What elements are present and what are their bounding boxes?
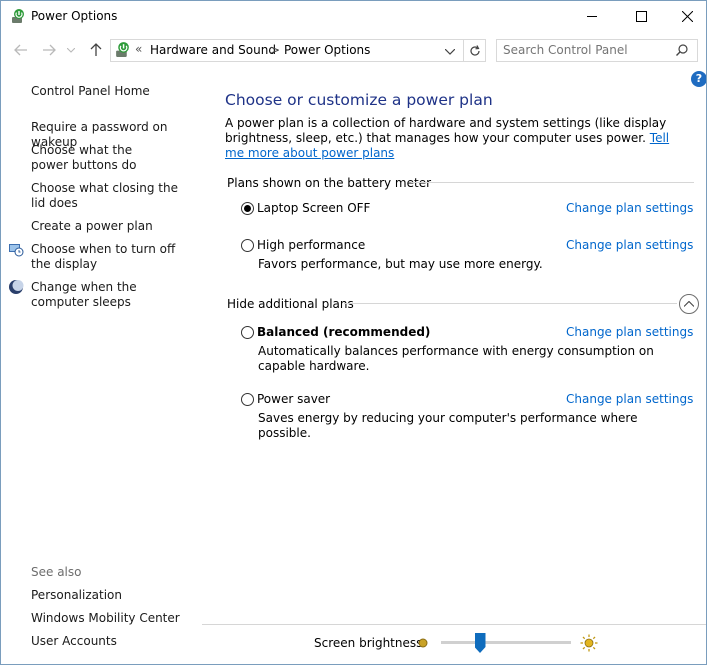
page-title: Choose or customize a power plan <box>225 91 493 109</box>
brightness-low-icon <box>418 638 428 648</box>
up-button[interactable] <box>87 41 105 59</box>
chevron-up-icon <box>684 301 694 307</box>
personalization-link[interactable]: Personalization <box>31 588 201 603</box>
crumb-power-options[interactable]: Power Options <box>284 43 370 57</box>
group-divider <box>344 303 677 304</box>
recent-locations-button[interactable] <box>65 41 77 59</box>
plan-radio-laptop-screen-off[interactable] <box>241 202 254 215</box>
display-clock-icon <box>9 244 24 257</box>
computer-sleeps-link[interactable]: Change when the computer sleeps <box>31 280 191 310</box>
bottom-divider <box>202 624 706 625</box>
back-button[interactable] <box>12 41 30 59</box>
control-panel-home-link[interactable]: Control Panel Home <box>31 84 201 99</box>
title-bar: Power Options <box>1 1 706 32</box>
chevron-down-icon <box>67 47 75 53</box>
maximize-icon <box>635 11 647 22</box>
brightness-slider-thumb[interactable] <box>474 633 486 653</box>
forward-button[interactable] <box>40 41 58 59</box>
window-title: Power Options <box>31 9 118 23</box>
brightness-slider-track[interactable] <box>441 641 571 644</box>
change-plan-settings-link-laptop-screen-off[interactable]: Change plan settings <box>566 201 693 215</box>
search-input[interactable] <box>503 42 663 58</box>
crumb-hardware-and-sound[interactable]: Hardware and Sound <box>150 43 276 57</box>
power-options-window: Power Options « Hardware and Sound > Pow <box>0 0 707 665</box>
plan-name-laptop-screen-off[interactable]: Laptop Screen OFF <box>257 201 370 215</box>
change-plan-settings-link-high-performance[interactable]: Change plan settings <box>566 238 693 252</box>
create-power-plan-link[interactable]: Create a power plan <box>31 219 201 234</box>
plan-name-balanced[interactable]: Balanced (recommended) <box>257 325 430 339</box>
power-buttons-link[interactable]: Choose what the power buttons do <box>31 143 171 173</box>
brightness-high-icon <box>580 634 598 652</box>
refresh-button[interactable] <box>463 39 486 62</box>
plan-name-high-performance[interactable]: High performance <box>257 238 365 252</box>
crumb-separator[interactable]: > <box>270 43 280 57</box>
close-icon <box>681 11 693 22</box>
minimize-icon <box>586 16 597 17</box>
plan-desc-balanced: Automatically balances performance with … <box>258 344 654 373</box>
plan-desc-high-performance: Favors performance, but may use more ene… <box>258 257 543 271</box>
plan-radio-high-performance[interactable] <box>241 239 254 252</box>
search-icon[interactable] <box>675 43 689 57</box>
plan-name-power-saver[interactable]: Power saver <box>257 392 330 406</box>
help-button[interactable]: ? <box>691 71 706 87</box>
see-also-heading: See also <box>31 565 82 579</box>
chevron-down-icon <box>444 48 456 55</box>
power-options-icon <box>12 9 24 23</box>
close-button[interactable] <box>664 1 706 32</box>
turn-off-display-link[interactable]: Choose when to turn off the display <box>31 242 191 272</box>
screen-brightness-label: Screen brightness: <box>314 636 427 650</box>
plan-radio-power-saver[interactable] <box>241 393 254 406</box>
group-divider <box>411 182 694 183</box>
plan-desc-power-saver: Saves energy by reducing your computer's… <box>258 411 638 440</box>
user-accounts-link[interactable]: User Accounts <box>31 634 201 649</box>
plan-radio-balanced[interactable] <box>241 326 254 339</box>
address-dropdown[interactable] <box>444 44 456 58</box>
closing-lid-link[interactable]: Choose what closing the lid does <box>31 181 181 211</box>
battery-meter-group-heading: Plans shown on the battery meter <box>227 176 432 190</box>
change-plan-settings-link-balanced[interactable]: Change plan settings <box>566 325 693 339</box>
sleep-moon-icon <box>9 280 24 294</box>
collapse-plans-button[interactable] <box>679 294 699 314</box>
search-box[interactable] <box>496 39 698 62</box>
maximize-button[interactable] <box>618 1 664 32</box>
windows-mobility-center-link[interactable]: Windows Mobility Center <box>31 611 201 626</box>
back-arrow-icon <box>14 44 27 56</box>
address-overflow-chevron[interactable]: « <box>135 42 142 56</box>
refresh-icon <box>469 44 480 56</box>
additional-plans-group-heading: Hide additional plans <box>227 297 354 311</box>
minimize-button[interactable] <box>569 1 615 32</box>
description-text: A power plan is a collection of hardware… <box>225 116 667 145</box>
page-description: A power plan is a collection of hardware… <box>225 116 685 161</box>
up-arrow-icon <box>90 43 102 56</box>
change-plan-settings-link-power-saver[interactable]: Change plan settings <box>566 392 693 406</box>
power-options-icon <box>116 42 129 57</box>
address-bar[interactable]: « Hardware and Sound > Power Options <box>110 39 464 62</box>
forward-arrow-icon <box>43 44 56 56</box>
